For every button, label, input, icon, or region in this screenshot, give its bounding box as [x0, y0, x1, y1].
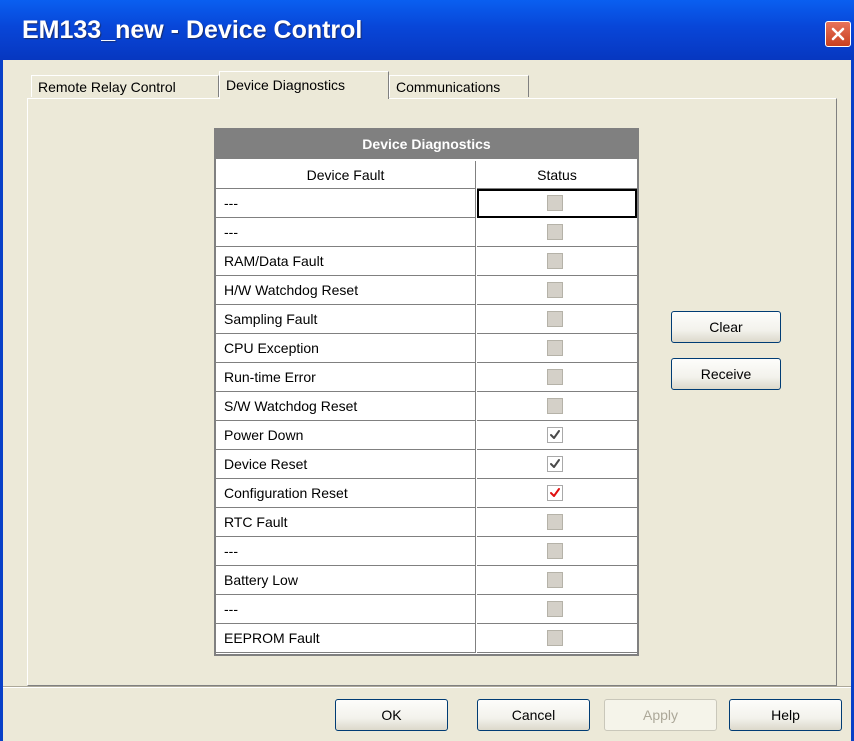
status-checkbox[interactable] — [547, 601, 563, 617]
table-row: S/W Watchdog Reset — [216, 392, 637, 421]
table-row: --- — [216, 218, 637, 247]
device-fault-cell: --- — [216, 218, 476, 247]
status-checkbox[interactable] — [547, 543, 563, 559]
status-cell[interactable] — [477, 305, 637, 334]
device-fault-cell: --- — [216, 189, 476, 218]
device-fault-cell: --- — [216, 595, 476, 624]
status-cell[interactable] — [477, 247, 637, 276]
table-row: Configuration Reset — [216, 479, 637, 508]
device-fault-cell: Sampling Fault — [216, 305, 476, 334]
grid-title: Device Diagnostics — [216, 130, 637, 159]
status-checkbox[interactable] — [547, 224, 563, 240]
window-title: EM133_new - Device Control — [22, 16, 363, 44]
tab-communications[interactable]: Communications — [389, 75, 529, 97]
tab-remote-relay-control[interactable]: Remote Relay Control — [31, 75, 219, 97]
table-row: RAM/Data Fault — [216, 247, 637, 276]
table-row: Battery Low — [216, 566, 637, 595]
device-fault-cell: CPU Exception — [216, 334, 476, 363]
device-fault-cell: S/W Watchdog Reset — [216, 392, 476, 421]
grid-rows: --- --- RAM/Data Fault H/W Watchdog Reset Sa… — [216, 189, 637, 653]
device-fault-cell: Device Reset — [216, 450, 476, 479]
status-cell[interactable] — [477, 421, 637, 450]
status-cell[interactable] — [477, 276, 637, 305]
diagnostics-grid: Device Diagnostics Device Fault Status -… — [214, 128, 639, 656]
status-cell[interactable] — [477, 624, 637, 653]
status-checkbox[interactable] — [547, 369, 563, 385]
column-header-device-fault: Device Fault — [216, 161, 476, 189]
clear-button[interactable]: Clear — [671, 311, 781, 343]
status-checkbox[interactable] — [547, 514, 563, 530]
status-checkbox[interactable] — [547, 630, 563, 646]
status-checkbox[interactable] — [547, 282, 563, 298]
table-row: CPU Exception — [216, 334, 637, 363]
title-bar[interactable]: EM133_new - Device Control — [0, 0, 854, 60]
status-checkbox[interactable] — [547, 427, 563, 443]
ok-button[interactable]: OK — [335, 699, 448, 731]
device-fault-cell: --- — [216, 537, 476, 566]
device-fault-cell: H/W Watchdog Reset — [216, 276, 476, 305]
device-control-window: EM133_new - Device Control Remote Relay … — [0, 0, 854, 741]
device-fault-cell: RTC Fault — [216, 508, 476, 537]
tab-device-diagnostics[interactable]: Device Diagnostics — [219, 71, 389, 99]
checkmark-icon — [550, 459, 560, 468]
status-checkbox[interactable] — [547, 398, 563, 414]
status-cell[interactable] — [477, 479, 637, 508]
tab-label: Remote Relay Control — [38, 79, 176, 95]
device-fault-cell: Power Down — [216, 421, 476, 450]
table-row: Sampling Fault — [216, 305, 637, 334]
checkmark-icon — [550, 430, 560, 439]
status-cell[interactable] — [477, 595, 637, 624]
tab-label: Communications — [396, 79, 501, 95]
status-checkbox[interactable] — [547, 253, 563, 269]
device-fault-cell: RAM/Data Fault — [216, 247, 476, 276]
cancel-button[interactable]: Cancel — [477, 699, 590, 731]
device-fault-cell: EEPROM Fault — [216, 624, 476, 653]
status-checkbox[interactable] — [547, 195, 563, 211]
status-cell[interactable] — [477, 392, 637, 421]
table-row: EEPROM Fault — [216, 624, 637, 653]
close-button[interactable] — [825, 21, 851, 47]
checkmark-icon — [550, 488, 560, 497]
device-fault-cell: Configuration Reset — [216, 479, 476, 508]
table-row: --- — [216, 189, 637, 218]
table-row: --- — [216, 595, 637, 624]
table-row: H/W Watchdog Reset — [216, 276, 637, 305]
device-fault-cell: Run-time Error — [216, 363, 476, 392]
receive-button[interactable]: Receive — [671, 358, 781, 390]
status-cell[interactable] — [477, 566, 637, 595]
status-checkbox[interactable] — [547, 572, 563, 588]
table-row: Power Down — [216, 421, 637, 450]
status-cell[interactable] — [477, 450, 637, 479]
apply-button[interactable]: Apply — [604, 699, 717, 731]
status-checkbox[interactable] — [547, 485, 563, 501]
status-cell[interactable] — [477, 537, 637, 566]
status-checkbox[interactable] — [547, 311, 563, 327]
status-cell[interactable] — [477, 508, 637, 537]
table-row: Run-time Error — [216, 363, 637, 392]
column-header-status: Status — [477, 161, 637, 189]
tab-label: Device Diagnostics — [226, 77, 346, 93]
footer-divider — [3, 686, 851, 688]
table-row: Device Reset — [216, 450, 637, 479]
status-checkbox[interactable] — [547, 456, 563, 472]
table-row: RTC Fault — [216, 508, 637, 537]
table-row: --- — [216, 537, 637, 566]
status-checkbox[interactable] — [547, 340, 563, 356]
device-fault-cell: Battery Low — [216, 566, 476, 595]
status-cell[interactable] — [477, 189, 637, 218]
help-button[interactable]: Help — [729, 699, 842, 731]
status-cell[interactable] — [477, 218, 637, 247]
status-cell[interactable] — [477, 363, 637, 392]
status-cell[interactable] — [477, 334, 637, 363]
